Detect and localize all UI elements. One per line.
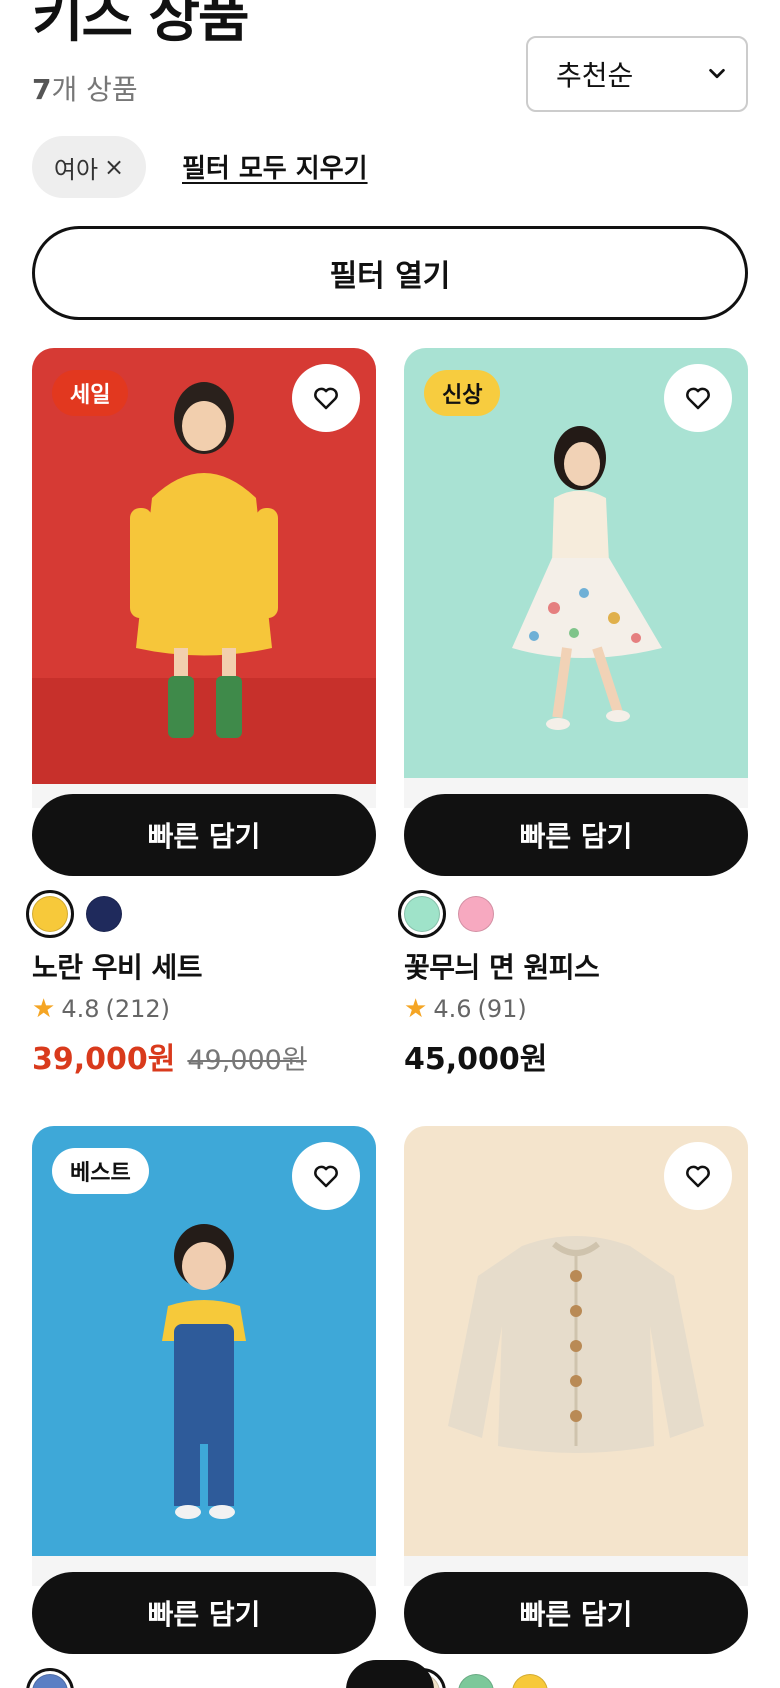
wishlist-button[interactable] — [292, 364, 360, 432]
color-swatches — [26, 890, 128, 938]
product-card[interactable]: 베스트 빠른 담기 — [26, 1126, 376, 1688]
product-image-area[interactable]: 베스트 — [32, 1126, 376, 1586]
rating-value: 4.6 — [433, 995, 472, 1023]
review-count: (91) — [477, 995, 527, 1023]
sort-select[interactable]: 추천순 — [526, 36, 748, 112]
color-swatches — [398, 890, 500, 938]
sort-select-value: 추천순 — [556, 59, 634, 92]
rating-value: 4.8 — [61, 995, 100, 1023]
heart-icon — [686, 387, 710, 410]
filter-chip-label: 여아 — [53, 155, 99, 184]
product-price: 45,000원 — [404, 1034, 547, 1078]
product-image-area[interactable] — [404, 1126, 748, 1586]
product-rating: ★ 4.8 (212) — [32, 994, 170, 1024]
product-image-area[interactable]: 세일 — [32, 348, 376, 808]
new-badge: 신상 — [424, 370, 501, 416]
product-price: 39,000원 49,000원 — [32, 1034, 307, 1078]
product-name[interactable]: 노란 우비 세트 — [32, 946, 203, 986]
wishlist-button[interactable] — [664, 364, 732, 432]
sale-badge: 세일 — [52, 370, 129, 416]
product-name[interactable]: 꽃무늬 면 원피스 — [404, 946, 600, 986]
heart-icon — [686, 1165, 710, 1188]
product-card[interactable]: 빠른 담기 — [398, 1126, 748, 1688]
sale-price: 39,000원 — [32, 1042, 176, 1077]
quick-add-button[interactable]: 빠른 담기 — [404, 794, 748, 876]
remove-filter-icon[interactable]: × — [104, 153, 124, 181]
product-count-number: 7 — [32, 73, 52, 106]
product-card[interactable]: 세일 빠른 담기 노란 우비 세트 ★ 4.8 (212) 39,000원 49… — [26, 348, 376, 1077]
price: 45,000원 — [404, 1042, 548, 1077]
floating-action-button[interactable] — [346, 1660, 434, 1688]
chevron-down-icon — [709, 68, 725, 79]
page-title: 키즈 상품 — [32, 0, 250, 50]
product-image-area[interactable]: 신상 — [404, 348, 748, 808]
color-swatch[interactable] — [452, 890, 500, 938]
heart-icon — [314, 387, 338, 410]
color-swatches — [26, 1668, 74, 1688]
color-swatch[interactable] — [452, 1668, 500, 1688]
product-count: 7개 상품 — [32, 68, 138, 108]
color-swatch[interactable] — [398, 890, 446, 938]
clear-all-filters-link[interactable]: 필터 모두 지우기 — [182, 148, 368, 185]
original-price: 49,000원 — [187, 1045, 307, 1076]
color-swatch[interactable] — [26, 1668, 74, 1688]
product-count-suffix: 개 상품 — [51, 73, 138, 106]
heart-icon — [314, 1165, 338, 1188]
product-rating: ★ 4.6 (91) — [404, 994, 527, 1024]
quick-add-button[interactable]: 빠른 담기 — [32, 1572, 376, 1654]
color-swatch[interactable] — [80, 890, 128, 938]
color-swatch[interactable] — [26, 890, 74, 938]
wishlist-button[interactable] — [664, 1142, 732, 1210]
quick-add-button[interactable]: 빠른 담기 — [404, 1572, 748, 1654]
quick-add-button[interactable]: 빠른 담기 — [32, 794, 376, 876]
star-icon: ★ — [404, 994, 428, 1024]
best-badge: 베스트 — [52, 1148, 149, 1194]
review-count: (212) — [105, 995, 171, 1023]
color-swatch[interactable] — [506, 1668, 554, 1688]
open-filter-button[interactable]: 필터 열기 — [32, 226, 748, 320]
star-icon: ★ — [32, 994, 56, 1024]
product-card[interactable]: 신상 빠른 담기 꽃무늬 면 원피스 ★ 4.6 (91) 45,000원 — [398, 348, 748, 1077]
filter-chip-girls[interactable]: 여아 × — [32, 136, 146, 198]
wishlist-button[interactable] — [292, 1142, 360, 1210]
